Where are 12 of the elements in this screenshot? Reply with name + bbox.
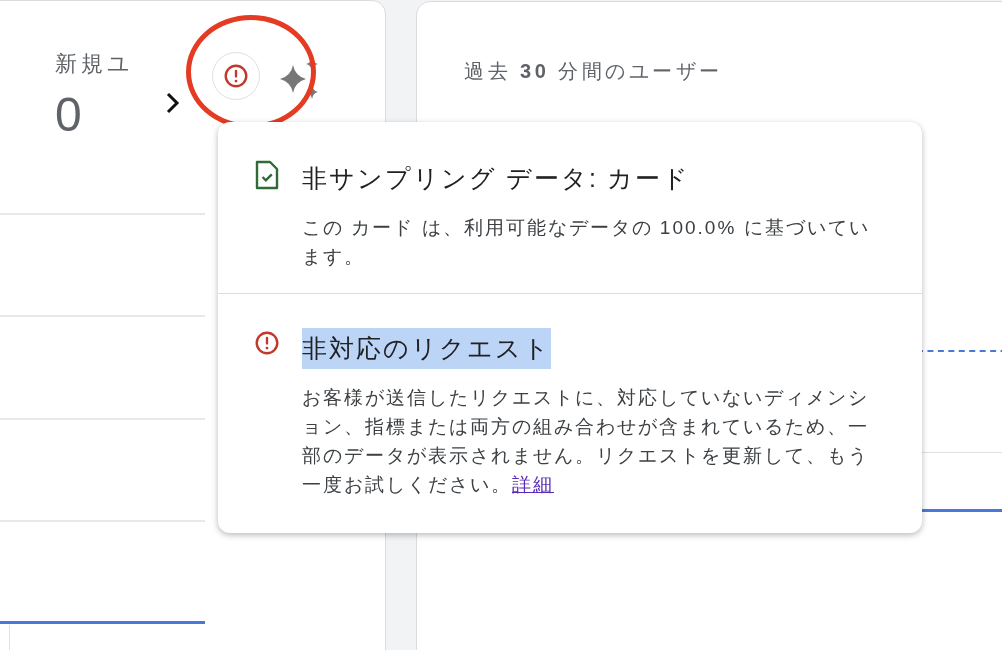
metric-label: 新規ユ: [55, 50, 134, 78]
metric-value: 0: [55, 91, 83, 139]
section-title: 非対応のリクエスト: [302, 328, 551, 369]
section-description: この カード は、利用可能なデータの 100.0% に基づいています。: [302, 216, 871, 269]
learn-more-link[interactable]: 詳細: [512, 474, 554, 495]
alert-icon: [254, 330, 280, 356]
section-title: 非サンプリング データ: カード: [302, 163, 690, 194]
section-description: お客様が送信したリクエストに、対応していないディメンション、指標または両方の組み合わせが含まれているため、一部のデータが表示されません。リクエストを更新して、もう一度お試しください。詳細: [302, 386, 870, 497]
document-check-icon: [254, 160, 280, 190]
alert-icon: [223, 63, 249, 89]
card-title: 過去 30 分間のユーザー: [464, 59, 723, 84]
chevron-right-icon[interactable]: [164, 91, 182, 115]
